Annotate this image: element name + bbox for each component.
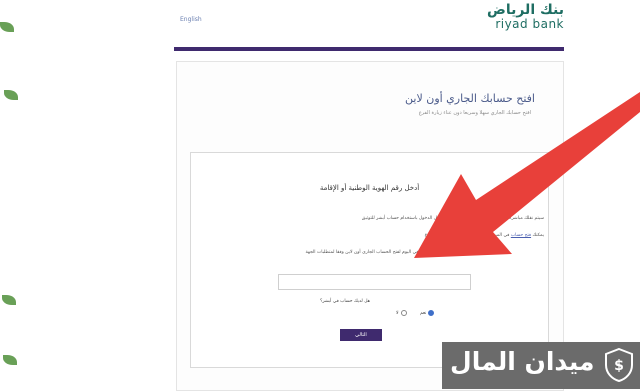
arrow-shape [414,92,640,258]
shield-dollar-icon: $ [605,348,633,382]
watermark-badge: ميدان المال $ [442,342,640,389]
svg-text:$: $ [614,358,624,374]
watermark-text: ميدان المال [450,347,595,376]
red-arrow-annotation [414,92,640,258]
